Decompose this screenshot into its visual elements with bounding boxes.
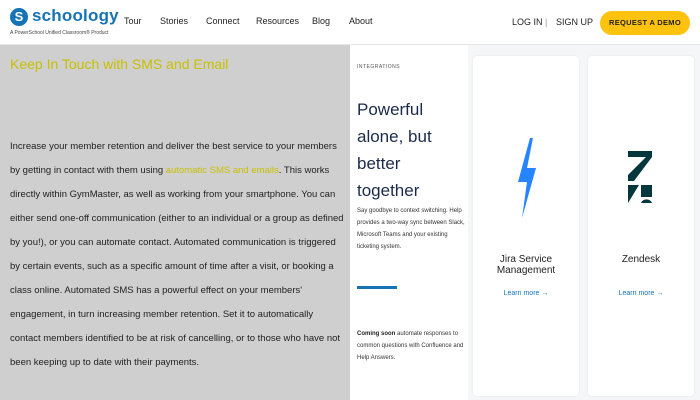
nav-stories[interactable]: Stories (160, 16, 188, 26)
integration-card-zendesk[interactable]: Zendesk Learn more → (588, 56, 694, 396)
nav-connect[interactable]: Connect (206, 16, 240, 26)
coming-soon-label: Coming soon (357, 331, 396, 337)
card-title-zendesk: Zendesk (621, 254, 661, 265)
integrations-description: Say goodbye to context switching. Help p… (357, 208, 465, 250)
overlay-title: Keep In Touch with SMS and Email (10, 56, 229, 72)
jira-lightning-icon (518, 138, 536, 218)
overlay-body-end: . This works directly within GymMaster, … (10, 165, 344, 368)
brand-name: schoology (32, 6, 119, 25)
card-learn-more-zendesk[interactable]: Learn more → (588, 290, 694, 297)
integrations-kicker: INTEGRATIONS (357, 64, 401, 70)
overlay-highlight: automatic SMS and emails (165, 165, 279, 176)
login-link[interactable]: LOG IN (512, 17, 543, 27)
site-header: S schoology A PowerSchool Unified Classr… (0, 0, 700, 45)
card-learn-more-jira[interactable]: Learn more → (473, 290, 579, 297)
nav-tour[interactable]: Tour (124, 16, 142, 26)
signup-link[interactable]: SIGN UP (556, 17, 593, 27)
integrations-heading: Powerful alone, but better together (357, 100, 432, 200)
coming-soon-note: Coming soon automate responses to common… (357, 328, 467, 364)
integration-card-jira[interactable]: Jira Service Management Learn more → (473, 56, 579, 396)
overlay-body: Increase your member retention and deliv… (10, 135, 346, 375)
schoology-s-icon: S (10, 8, 28, 26)
nav-about[interactable]: About (349, 16, 373, 26)
nav-resources[interactable]: Resources (256, 16, 299, 26)
card-title-jira: Jira Service Management (496, 254, 556, 276)
brand-tagline: A PowerSchool Unified Classroom® Product (10, 30, 109, 36)
nav-separator: | (545, 17, 548, 27)
accent-rule (357, 286, 397, 289)
zendesk-z-icon (628, 151, 652, 203)
request-demo-button[interactable]: REQUEST A DEMO (600, 11, 690, 35)
nav-blog[interactable]: Blog (312, 16, 330, 26)
